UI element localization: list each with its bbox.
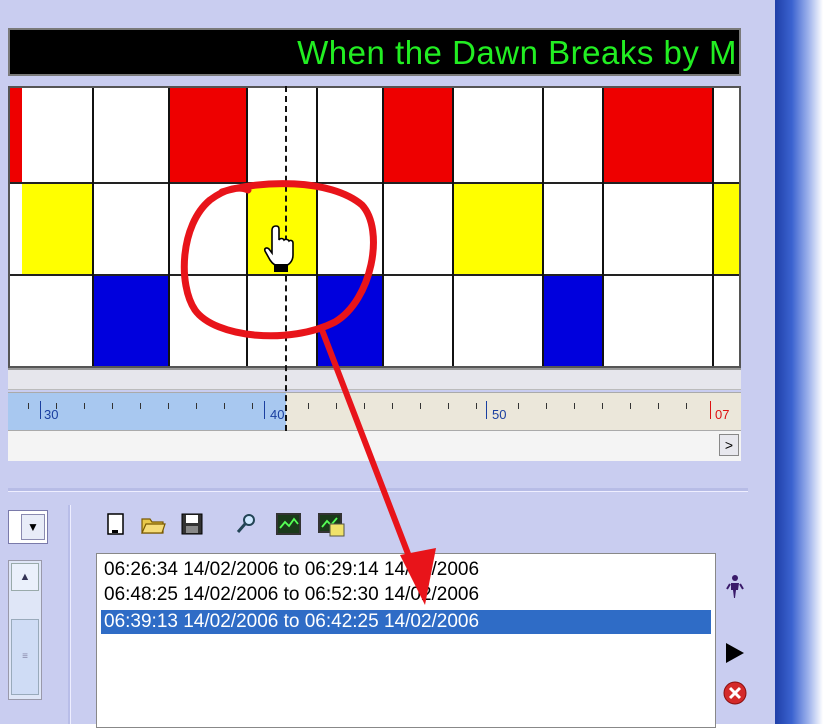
title-banner: When the Dawn Breaks by M <box>8 28 741 76</box>
grid-bottom-bar <box>8 368 741 390</box>
list-item[interactable]: 06:26:34 14/02/2006 to 06:29:14 14/02/20… <box>101 558 711 582</box>
list-item-selected[interactable]: 06:39:13 14/02/2006 to 06:42:25 14/02/20… <box>101 610 711 634</box>
grid-line <box>382 88 384 366</box>
event-grid[interactable] <box>8 86 741 368</box>
yellow-block[interactable] <box>246 184 316 274</box>
ruler-label: 40 <box>270 407 285 422</box>
new-document-icon[interactable] <box>104 512 128 536</box>
person-icon[interactable] <box>722 573 748 599</box>
grid-line <box>712 88 714 366</box>
scroll-right-button[interactable]: > <box>719 434 739 456</box>
grid-line <box>92 88 94 366</box>
ruler-major-tick <box>264 401 265 419</box>
yellow-block[interactable] <box>22 184 92 274</box>
close-icon[interactable] <box>722 680 748 706</box>
red-block[interactable] <box>168 88 246 182</box>
ruler-label: 50 <box>492 407 507 422</box>
blue-block[interactable] <box>316 276 382 366</box>
save-icon[interactable] <box>180 512 204 536</box>
grid-line <box>316 88 318 366</box>
yellow-block[interactable] <box>712 184 739 274</box>
list-item[interactable]: 06:48:25 14/02/2006 to 06:52:30 14/02/20… <box>101 583 711 607</box>
grid-line <box>10 182 739 184</box>
red-block[interactable] <box>602 88 712 182</box>
time-ruler[interactable]: 30 40 50 07 <box>8 392 741 431</box>
left-list-scrollbar[interactable]: ▲ ≡ <box>8 560 42 700</box>
filter-dropdown[interactable]: ▼ <box>8 510 48 544</box>
ruler-label: 30 <box>44 407 59 422</box>
ruler-label: 07 <box>715 407 730 422</box>
graph-icon[interactable] <box>276 512 301 536</box>
playhead-line <box>285 86 287 431</box>
blue-block[interactable] <box>92 276 168 366</box>
panel-separator <box>8 488 748 492</box>
grid-line <box>602 88 604 366</box>
red-block[interactable] <box>382 88 452 182</box>
banner-title: When the Dawn Breaks by M <box>297 34 737 71</box>
grid-line <box>168 88 170 366</box>
ruler-major-tick <box>486 401 487 419</box>
grid-line <box>10 274 739 276</box>
window-edge <box>775 0 823 724</box>
ruler-major-tick <box>40 401 41 419</box>
selection-list[interactable]: 06:26:34 14/02/2006 to 06:29:14 14/02/20… <box>96 553 716 728</box>
search-icon[interactable] <box>234 512 258 536</box>
grid-line <box>452 88 454 366</box>
ruler-major-tick <box>710 401 711 419</box>
play-icon[interactable] <box>722 640 748 666</box>
scroll-thumb[interactable]: ≡ <box>11 619 39 695</box>
horizontal-scrollbar[interactable]: > <box>8 430 741 461</box>
red-block[interactable] <box>10 88 22 182</box>
grid-line <box>246 88 248 366</box>
grid-line <box>542 88 544 366</box>
open-folder-icon[interactable] <box>140 512 166 536</box>
dropdown-arrow-button[interactable]: ▼ <box>21 514 45 540</box>
yellow-block[interactable] <box>452 184 542 274</box>
scroll-up-button[interactable]: ▲ <box>11 563 39 591</box>
blue-block[interactable] <box>542 276 602 366</box>
panel-divider <box>68 505 71 724</box>
chart-scan-icon[interactable] <box>318 512 345 537</box>
